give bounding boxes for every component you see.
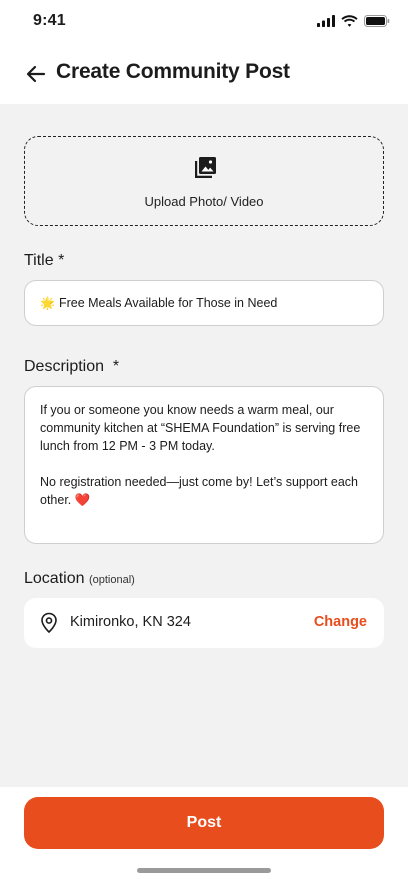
home-indicator	[137, 868, 271, 873]
battery-icon	[364, 15, 390, 27]
cellular-signal-icon	[317, 15, 335, 27]
status-time: 9:41	[33, 12, 66, 29]
footer: Post	[0, 787, 408, 883]
back-button[interactable]	[24, 62, 48, 86]
title-label: Title *	[24, 252, 65, 269]
status-icons	[317, 15, 390, 27]
star-emoji: 🌟	[40, 296, 55, 310]
title-value: Free Meals Available for Those in Need	[58, 296, 278, 310]
description-paragraph-2: No registration needed—just come by! Let…	[40, 475, 359, 507]
location-value: Kimironko, KN 324	[70, 614, 191, 630]
optional-hint: (optional)	[88, 574, 135, 586]
location-label: Location (optional)	[24, 570, 135, 588]
location-label-text: Location	[24, 570, 85, 587]
upload-media-area[interactable]: Upload Photo/ Video	[24, 136, 384, 226]
change-location-button[interactable]: Change	[314, 614, 367, 630]
photo-library-icon	[195, 157, 216, 178]
location-field[interactable]: Kimironko, KN 324 Change	[24, 598, 384, 648]
location-pin-icon	[41, 612, 57, 633]
header: Create Community Post	[0, 44, 408, 104]
description-label: Description *	[24, 358, 120, 375]
arrow-left-icon	[26, 65, 46, 83]
description-paragraph-1: If you or someone you know needs a warm …	[40, 403, 361, 453]
page-title: Create Community Post	[56, 60, 290, 83]
form-content: Upload Photo/ Video Title * 🌟 Free Meals…	[0, 104, 408, 787]
status-bar: 9:41	[0, 0, 408, 44]
description-input[interactable]: If you or someone you know needs a warm …	[24, 386, 384, 544]
wifi-icon	[341, 15, 358, 27]
upload-label: Upload Photo/ Video	[144, 194, 264, 209]
post-button[interactable]: Post	[24, 797, 384, 849]
title-input[interactable]: 🌟 Free Meals Available for Those in Need	[24, 280, 384, 326]
